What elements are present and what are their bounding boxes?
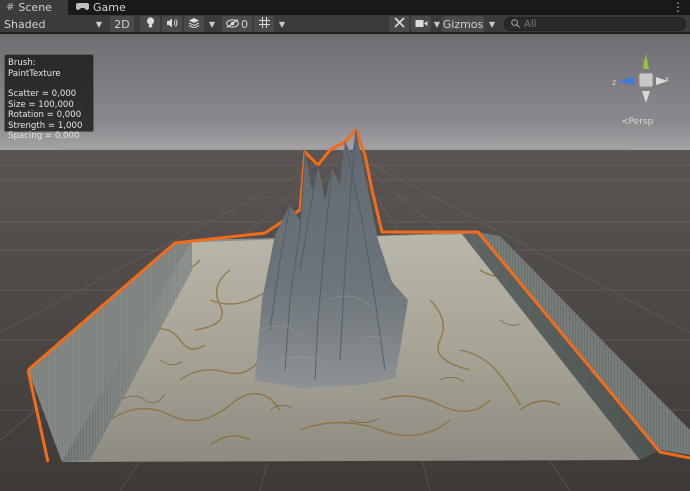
audio-toggle-button[interactable] [162,16,182,32]
x-axis-label: x [665,75,669,83]
brush-scatter: Scatter = 0,000 [8,89,77,99]
2d-label: 2D [114,17,130,31]
scene-visibility-button[interactable]: 0 [222,16,252,32]
brush-size: Size = 100,000 [8,99,74,110]
chevron-down-icon: ▼ [208,19,216,29]
persp-arrow-icon: ≺ [621,117,629,127]
search-input[interactable]: All [504,17,686,31]
terrain-render [0,34,690,491]
projection-toggle[interactable]: ≺Persp [621,117,653,127]
search-placeholder: All [524,18,537,30]
tab-game[interactable]: Game [70,0,130,15]
hidden-eye-icon [226,18,239,31]
chevron-down-icon: ▼ [433,19,441,29]
gizmos-label: Gizmos [442,17,484,31]
kebab-menu-icon[interactable]: ⋮ [672,0,684,15]
chevron-down-icon: ▼ [278,19,286,29]
orientation-gizmo[interactable]: y z x [612,51,682,123]
brush-spacing: Spacing = 0,000 [8,131,80,141]
z-axis-cone [618,77,634,85]
camera-button[interactable] [411,16,431,32]
scene-viewport[interactable]: Brush: PaintTexture Scatter = 0,000 Size… [0,34,690,491]
search-icon [511,18,520,31]
camera-icon [415,18,428,31]
neg-y-axis-cone [642,91,650,103]
tab-bar: # Scene Game ⋮ [0,0,690,15]
grid-dropdown-arrow[interactable]: ▼ [276,16,288,32]
layers-effects-icon [188,17,200,31]
brush-title: Brush: PaintTexture [8,58,61,79]
lighting-toggle-button[interactable] [140,16,160,32]
tools-icon [393,17,405,31]
grid-icon: # [6,2,15,13]
tab-scene-label: Scene [18,1,52,14]
2d-toggle-button[interactable]: 2D [110,16,134,32]
gizmos-dropdown-arrow[interactable]: ▼ [486,16,498,32]
grid-icon [258,17,270,31]
effects-dropdown-arrow[interactable]: ▼ [206,16,218,32]
effects-toggle-button[interactable] [184,16,204,32]
chevron-down-icon: ▼ [488,19,496,29]
y-axis-label: y [642,56,647,65]
tab-game-label: Game [93,1,126,14]
draw-mode-label: Shaded [4,17,46,31]
brush-info-panel: Brush: PaintTexture Scatter = 0,000 Size… [4,54,94,141]
brush-strength: Strength = 1,000 [8,120,83,131]
grid-toggle-button[interactable] [254,16,274,32]
gamepad-icon [76,2,89,14]
gizmos-button[interactable]: Gizmos [442,16,484,32]
center-cube [638,72,654,88]
projection-label: Persp [628,117,654,127]
tab-scene[interactable]: # Scene [0,0,68,15]
z-axis-label: z [612,78,616,87]
speaker-icon [166,18,178,31]
brush-rotation: Rotation = 0,000 [8,110,82,120]
scene-toolbar: Shaded ▼ 2D ▼ 0 ▼ ▼ Gizmos ▼ All [0,15,690,33]
lightbulb-icon [146,17,155,31]
hidden-count: 0 [241,17,248,31]
draw-mode-dropdown[interactable]: Shaded ▼ [0,16,106,32]
tools-button[interactable] [389,16,409,32]
chevron-down-icon: ▼ [95,19,102,29]
